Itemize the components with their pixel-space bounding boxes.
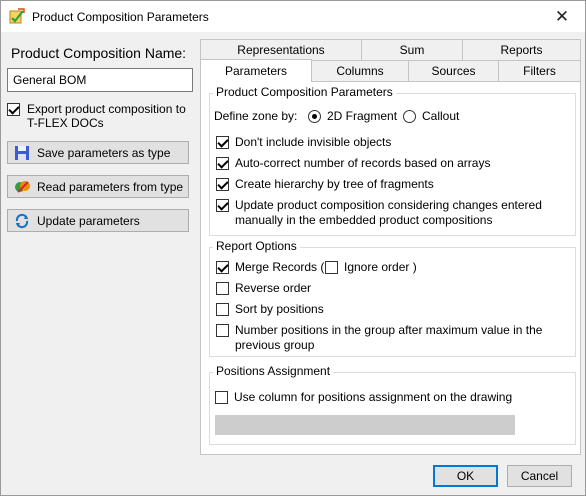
title-bar: Product Composition Parameters ✕ — [1, 1, 585, 32]
number-positions-label: Number positions in the group after maxi… — [235, 323, 543, 352]
read-parameters-label: Read parameters from type — [37, 179, 184, 194]
cancel-button[interactable]: Cancel — [507, 465, 572, 487]
read-parameters-from-type-button[interactable]: Read parameters from type — [7, 175, 189, 198]
tab-reports-label: Reports — [500, 43, 543, 57]
zone-2d-fragment-label: 2D Fragment — [327, 109, 398, 123]
update-parameters-label: Update parameters — [37, 213, 140, 228]
composition-name-input[interactable] — [7, 68, 193, 92]
tab-parameters[interactable]: Parameters — [200, 59, 312, 82]
ok-label: OK — [456, 469, 475, 483]
update-parameters-button[interactable]: Update parameters — [7, 209, 189, 232]
merge-records-box[interactable] — [216, 261, 229, 274]
sort-by-positions-box[interactable] — [216, 303, 229, 316]
tab-representations[interactable]: Representations — [200, 39, 362, 60]
zone-callout-label: Callout — [422, 109, 460, 123]
create-hierarchy-label: Create hierarchy by tree of fragments — [235, 177, 434, 191]
tab-representations-label: Representations — [237, 43, 325, 57]
zone-2d-fragment-radio-dot[interactable] — [308, 110, 321, 123]
tab-columns-label: Columns — [336, 64, 384, 78]
dont-include-invisible-box[interactable] — [216, 136, 229, 149]
tab-parameters-label: Parameters — [224, 64, 288, 78]
auto-correct-records-box[interactable] — [216, 157, 229, 170]
tab-sum[interactable]: Sum — [361, 39, 463, 60]
tab-reports[interactable]: Reports — [462, 39, 581, 60]
auto-correct-records-label: Auto-correct number of records based on … — [235, 156, 491, 170]
composition-parameters-group: Product Composition Parameters Define zo… — [209, 85, 576, 236]
floppy-disk-icon — [15, 145, 29, 160]
zone-callout-radio-dot[interactable] — [403, 110, 416, 123]
tab-filters-label: Filters — [523, 64, 556, 78]
positions-column-select-disabled — [215, 415, 515, 435]
dont-include-invisible-label: Don't include invisible objects — [235, 135, 392, 149]
cancel-label: Cancel — [520, 469, 559, 483]
close-icon: ✕ — [554, 6, 570, 26]
ignore-order-box[interactable] — [325, 261, 338, 274]
reverse-order-label: Reverse order — [235, 281, 312, 295]
parameters-tab-panel: Product Composition Parameters Define zo… — [200, 81, 581, 455]
ok-button[interactable]: OK — [433, 465, 498, 487]
export-label: Export product composition to T-FLEX DOC… — [27, 102, 186, 130]
positions-assignment-title: Positions Assignment — [213, 364, 334, 378]
close-button[interactable]: ✕ — [539, 1, 585, 32]
define-zone-label: Define zone by: — [214, 109, 298, 123]
dialog-window: Product Composition Parameters ✕ Product… — [0, 0, 586, 496]
report-options-group: Report Options Merge Records ( Ignore or… — [209, 239, 576, 357]
composition-name-label: Product Composition Name: — [11, 45, 187, 61]
use-column-box[interactable] — [215, 391, 228, 404]
tab-columns[interactable]: Columns — [311, 60, 409, 81]
composition-parameters-title: Product Composition Parameters — [213, 85, 396, 99]
use-column-label: Use column for positions assignment on t… — [234, 390, 513, 404]
merge-records-label: Merge Records ( — [235, 260, 325, 274]
tab-sum-label: Sum — [399, 43, 425, 57]
read-type-icon — [15, 180, 30, 193]
tab-sources[interactable]: Sources — [408, 60, 499, 81]
window-title: Product Composition Parameters — [32, 10, 209, 24]
save-parameters-as-type-button[interactable]: Save parameters as type — [7, 141, 189, 164]
refresh-icon — [15, 213, 29, 228]
sort-by-positions-label: Sort by positions — [235, 302, 324, 316]
update-embedded-box[interactable] — [216, 199, 229, 212]
report-options-title: Report Options — [213, 239, 300, 253]
export-checkbox-box[interactable] — [7, 103, 20, 116]
create-hierarchy-box[interactable] — [216, 178, 229, 191]
update-embedded-label: Update product composition considering c… — [235, 198, 542, 227]
ignore-order-label: Ignore order ) — [344, 260, 417, 274]
save-parameters-label: Save parameters as type — [37, 145, 171, 160]
tab-sources-label: Sources — [431, 64, 476, 78]
app-icon — [9, 8, 25, 24]
positions-assignment-group: Positions Assignment Use column for posi… — [209, 364, 576, 445]
number-positions-box[interactable] — [216, 324, 229, 337]
tab-filters[interactable]: Filters — [498, 60, 581, 81]
reverse-order-box[interactable] — [216, 282, 229, 295]
